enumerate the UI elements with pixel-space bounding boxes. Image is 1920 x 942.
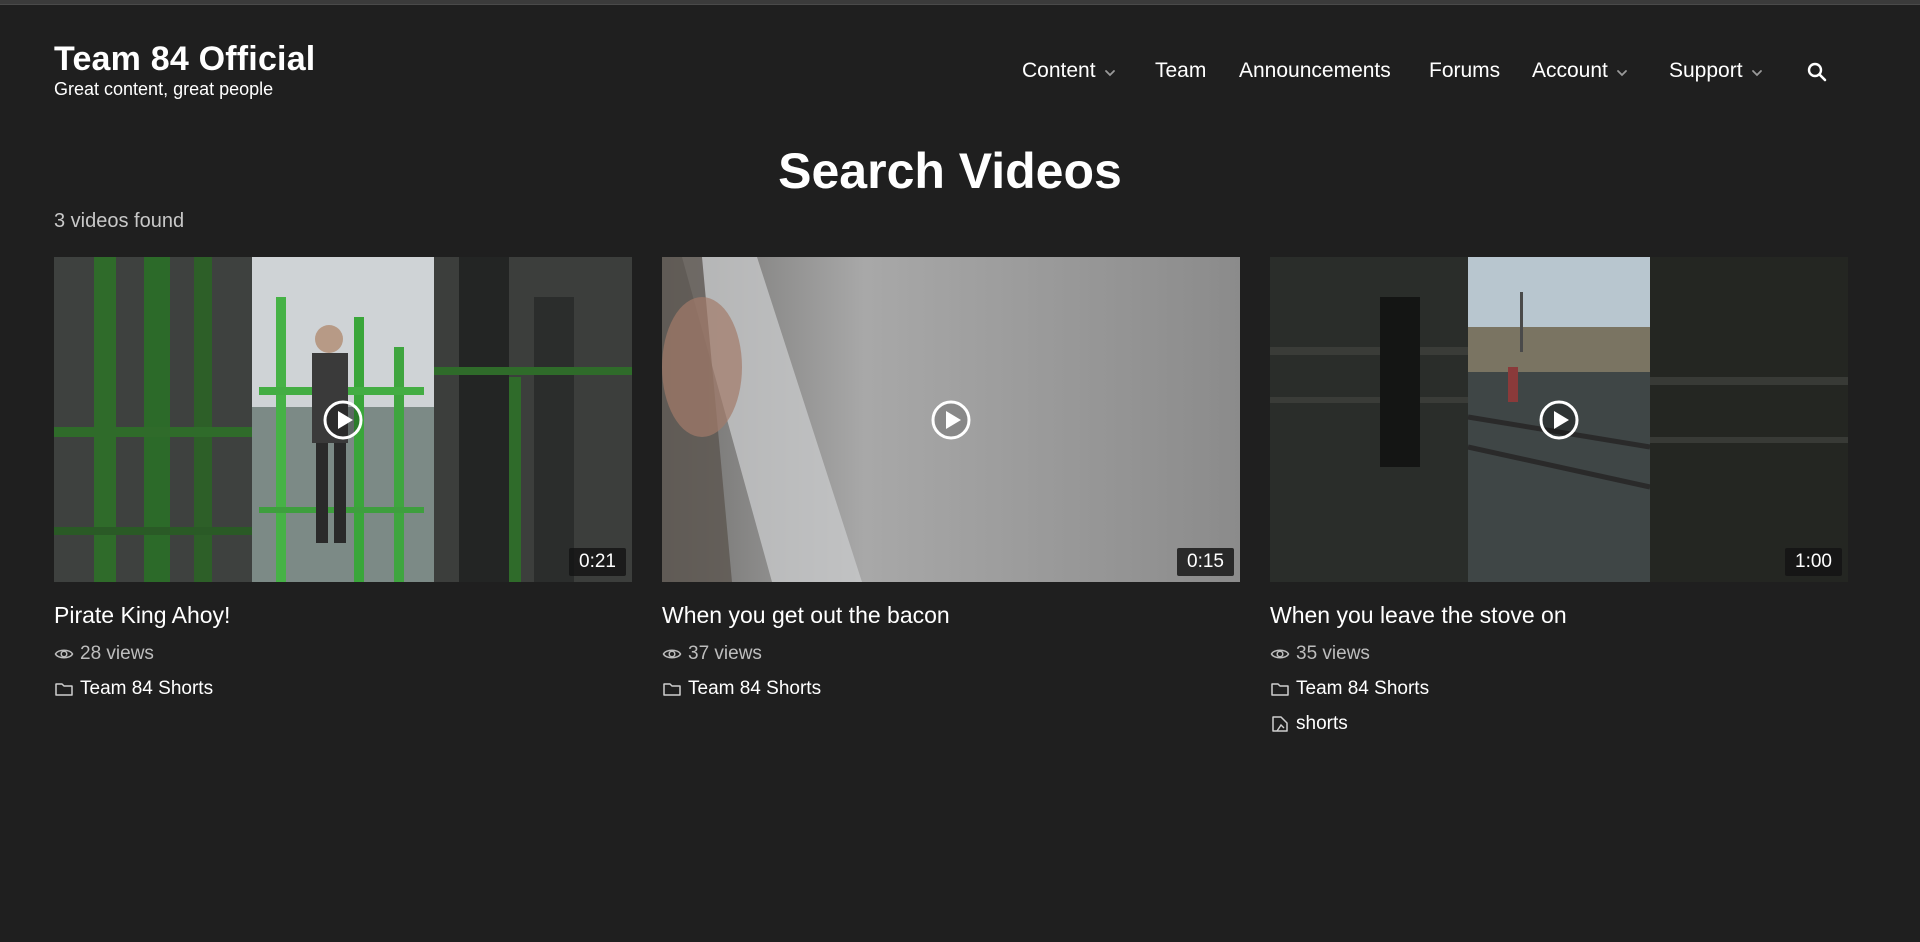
nav-item-team[interactable]: Team (1155, 55, 1206, 87)
video-card: 0:15 When you get out the bacon 37 views… (662, 257, 1240, 701)
eye-icon (662, 649, 682, 659)
search-icon[interactable] (1805, 60, 1829, 84)
folder-icon (663, 683, 681, 696)
folder-icon (55, 683, 73, 696)
category-label: Team 84 Shorts (688, 678, 822, 699)
video-title[interactable]: When you get out the bacon (662, 600, 1240, 630)
chevron-down-icon (1104, 70, 1115, 77)
video-duration: 0:15 (1177, 548, 1234, 576)
video-category[interactable]: Team 84 Shorts (54, 677, 632, 701)
video-duration: 1:00 (1785, 548, 1842, 576)
result-count: 3 videos found (54, 210, 185, 232)
nav-item-label: Announcements (1239, 59, 1391, 82)
eye-icon (54, 649, 74, 659)
browser-top-edge (0, 0, 1920, 5)
play-icon[interactable] (930, 399, 972, 441)
video-thumbnail[interactable]: 1:00 (1270, 257, 1848, 582)
nav-item-label: Team (1155, 59, 1207, 82)
nav-item-announcements[interactable]: Announcements (1239, 55, 1391, 87)
category-label: Team 84 Shorts (80, 678, 214, 699)
video-views: 35 views (1270, 642, 1848, 666)
video-card: 1:00 When you leave the stove on 35 view… (1270, 257, 1848, 736)
main-nav: Content Team Announcements Forums Accoun… (0, 55, 1920, 89)
nav-item-forums[interactable]: Forums (1429, 55, 1500, 87)
nav-item-support[interactable]: Support (1669, 55, 1765, 87)
video-title[interactable]: When you leave the stove on (1270, 600, 1848, 630)
video-category[interactable]: Team 84 Shorts (662, 677, 1240, 701)
folder-icon (1271, 683, 1289, 696)
page-title: Search Videos (778, 143, 1122, 199)
video-category[interactable]: Team 84 Shorts (1270, 677, 1848, 701)
tag-label: shorts (1296, 713, 1348, 734)
eye-icon (1270, 649, 1290, 659)
play-icon[interactable] (1538, 399, 1580, 441)
video-views: 37 views (662, 642, 1240, 666)
video-thumbnail[interactable]: 0:15 (662, 257, 1240, 582)
views-count: 28 views (80, 643, 154, 664)
views-count: 37 views (688, 643, 762, 664)
views-count: 35 views (1296, 643, 1370, 664)
video-views: 28 views (54, 642, 632, 666)
play-icon[interactable] (322, 399, 364, 441)
nav-item-label: Account (1532, 59, 1608, 82)
chevron-down-icon (1751, 70, 1762, 77)
nav-item-content[interactable]: Content (1022, 55, 1118, 87)
video-card: 0:21 Pirate King Ahoy! 28 views Team 84 … (54, 257, 632, 701)
nav-item-label: Support (1669, 59, 1743, 82)
video-thumbnail[interactable]: 0:21 (54, 257, 632, 582)
nav-item-label: Forums (1429, 59, 1501, 82)
category-label: Team 84 Shorts (1296, 678, 1430, 699)
video-duration: 0:21 (569, 548, 626, 576)
video-title[interactable]: Pirate King Ahoy! (54, 600, 632, 630)
nav-item-label: Content (1022, 59, 1096, 82)
tag-icon (1272, 716, 1288, 732)
video-tag[interactable]: shorts (1270, 712, 1848, 736)
chevron-down-icon (1616, 70, 1627, 77)
nav-item-account[interactable]: Account (1532, 55, 1630, 87)
